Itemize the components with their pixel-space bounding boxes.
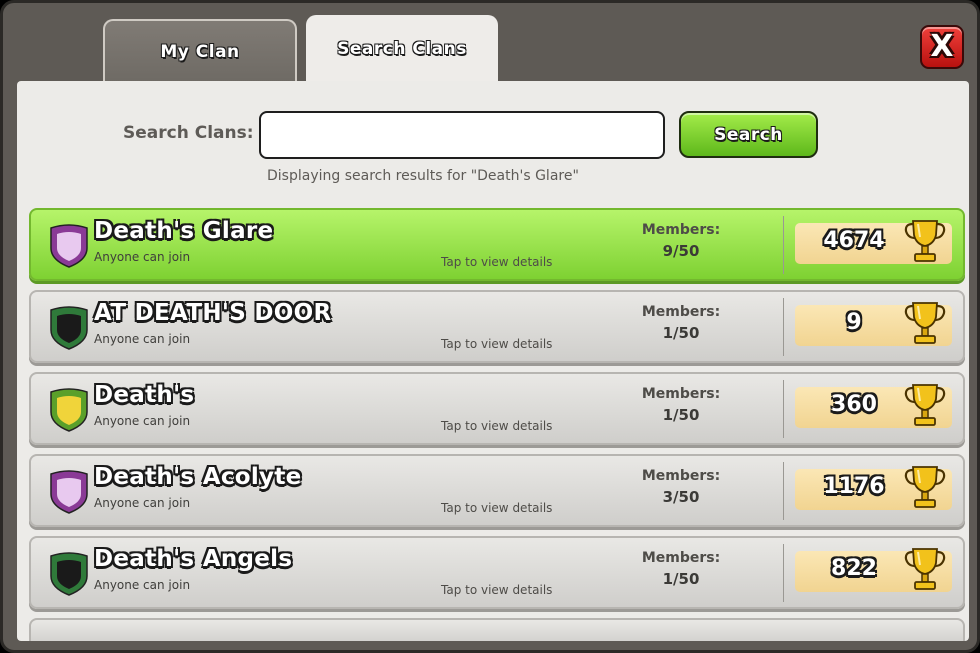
row-divider xyxy=(783,380,784,438)
trophy-icon xyxy=(904,466,946,508)
trophy-count: 4674 xyxy=(823,228,885,253)
tap-to-view-details: Tap to view details xyxy=(441,501,553,515)
tap-to-view-details: Tap to view details xyxy=(441,419,553,433)
trophy-box: 822 xyxy=(795,548,952,592)
tap-to-view-details: Tap to view details xyxy=(441,337,553,351)
trophy-count: 822 xyxy=(831,556,877,581)
members-label: Members: xyxy=(641,468,721,484)
clan-row-4[interactable]: Death's Acolyte Anyone can join Tap to v… xyxy=(29,454,965,527)
results-note: Displaying search results for "Death's G… xyxy=(267,168,579,184)
clan-name: AT DEATH'S DOOR xyxy=(94,300,332,326)
trophy-count: 1176 xyxy=(823,474,885,499)
members-count: 1/50 xyxy=(662,570,700,588)
clan-badge-icon xyxy=(50,470,88,514)
tab-my-clan[interactable]: My Clan xyxy=(103,19,297,83)
tap-to-view-details: Tap to view details xyxy=(441,255,553,269)
clan-join-type: Anyone can join xyxy=(94,578,191,592)
clan-row-5[interactable]: Death's Angels Anyone can join Tap to vi… xyxy=(29,536,965,609)
close-button[interactable]: X xyxy=(920,25,964,69)
search-panel: Search Clans: Search Displaying search r… xyxy=(17,81,969,641)
trophy-count: 9 xyxy=(846,310,862,335)
trophy-box: 9 xyxy=(795,302,952,346)
search-label: Search Clans: xyxy=(123,123,254,143)
clan-row-partial[interactable] xyxy=(29,618,965,641)
clan-join-type: Anyone can join xyxy=(94,496,191,510)
clan-list[interactable]: Death's Glare Anyone can join Tap to vie… xyxy=(29,208,965,641)
clan-join-type: Anyone can join xyxy=(94,414,191,428)
trophy-icon xyxy=(904,302,946,344)
members-label: Members: xyxy=(641,386,721,402)
clan-badge-icon xyxy=(50,306,88,350)
clan-window: My Clan Search Clans X Search Clans: Sea… xyxy=(0,0,980,653)
row-divider xyxy=(783,216,784,274)
trophy-count: 360 xyxy=(831,392,877,417)
trophy-icon xyxy=(904,548,946,590)
clan-badge-icon xyxy=(50,552,88,596)
members-count: 1/50 xyxy=(662,324,700,342)
members-count: 9/50 xyxy=(662,242,700,260)
trophy-box: 360 xyxy=(795,384,952,428)
members-count: 1/50 xyxy=(662,406,700,424)
clan-name: Death's Glare xyxy=(94,218,274,244)
clan-badge-icon xyxy=(50,388,88,432)
row-divider xyxy=(783,298,784,356)
trophy-box: 1176 xyxy=(795,466,952,510)
trophy-icon xyxy=(904,384,946,426)
clan-row-2[interactable]: AT DEATH'S DOOR Anyone can join Tap to v… xyxy=(29,290,965,363)
members-count: 3/50 xyxy=(662,488,700,506)
clan-row-3[interactable]: Death's Anyone can join Tap to view deta… xyxy=(29,372,965,445)
close-icon: X xyxy=(930,29,954,64)
row-divider xyxy=(783,462,784,520)
members-label: Members: xyxy=(641,550,721,566)
tap-to-view-details: Tap to view details xyxy=(441,583,553,597)
clan-join-type: Anyone can join xyxy=(94,332,191,346)
trophy-icon xyxy=(904,220,946,262)
clan-badge-icon xyxy=(50,224,88,268)
clan-row-1[interactable]: Death's Glare Anyone can join Tap to vie… xyxy=(29,208,965,281)
trophy-box: 4674 xyxy=(795,220,952,264)
search-button[interactable]: Search xyxy=(679,111,818,158)
clan-name: Death's xyxy=(94,382,195,408)
clan-name: Death's Angels xyxy=(94,546,293,572)
clan-name: Death's Acolyte xyxy=(94,464,302,490)
members-label: Members: xyxy=(641,304,721,320)
clan-join-type: Anyone can join xyxy=(94,250,191,264)
row-divider xyxy=(783,544,784,602)
members-label: Members: xyxy=(641,222,721,238)
tab-search-clans[interactable]: Search Clans xyxy=(306,15,498,83)
search-input[interactable] xyxy=(259,111,665,159)
